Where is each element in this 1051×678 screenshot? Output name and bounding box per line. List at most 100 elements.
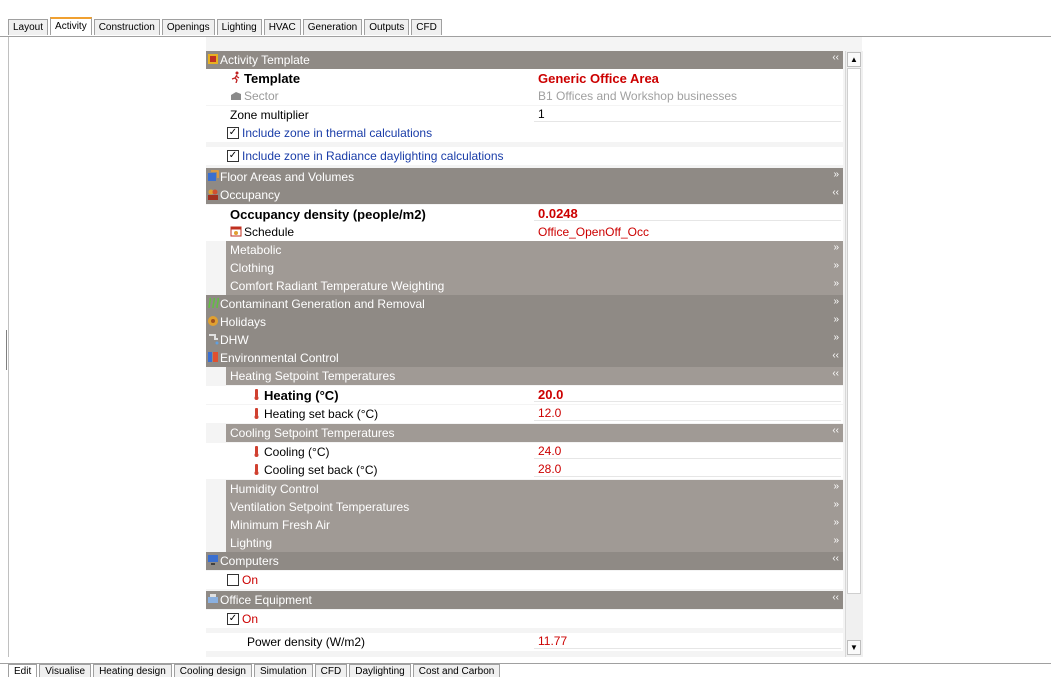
activity-panel: Activity Template ‹‹ Template Generic Of… — [206, 51, 843, 658]
subsection-cooling-setpoint[interactable]: Cooling Setpoint Temperatures ‹‹ — [226, 424, 843, 442]
section-activity-template[interactable]: Activity Template ‹‹ — [206, 51, 843, 69]
power-density-field[interactable] — [534, 633, 841, 649]
chevron-up-icon[interactable]: ‹‹ — [832, 350, 839, 361]
thermal-row: ✓ Include zone in thermal calculations — [206, 124, 843, 142]
chevron-up-icon[interactable]: ‹‹ — [832, 592, 839, 603]
subsection-lighting[interactable]: Lighting » — [226, 534, 843, 552]
heating-setback-label: Heating set back (°C) — [264, 407, 379, 421]
chevron-right-icon[interactable]: » — [833, 242, 839, 253]
tab-simulation[interactable]: Simulation — [253, 664, 313, 677]
subsection-heating-setpoint[interactable]: Heating Setpoint Temperatures ‹‹ — [226, 367, 843, 385]
tab-daylighting[interactable]: Daylighting — [349, 664, 411, 677]
computers-on-checkbox[interactable] — [227, 574, 239, 586]
office-equipment-on-label[interactable]: On — [242, 612, 258, 626]
subsection-title: Clothing — [230, 261, 275, 275]
heating-setback-field[interactable] — [534, 405, 841, 421]
office-equipment-on-checkbox[interactable]: ✓ — [227, 613, 239, 625]
subsection-comfort[interactable]: Comfort Radiant Temperature Weighting » — [226, 277, 843, 295]
tab-lighting[interactable]: Lighting — [216, 19, 262, 35]
section-holidays[interactable]: Holidays » — [206, 313, 843, 331]
chevron-right-icon[interactable]: » — [833, 535, 839, 546]
radiance-label[interactable]: Include zone in Radiance daylighting cal… — [242, 149, 504, 163]
subsection-ventilation[interactable]: Ventilation Setpoint Temperatures » — [226, 498, 843, 516]
runner-icon — [231, 71, 240, 83]
cooling-setback-field[interactable] — [534, 461, 841, 477]
radiance-row: ✓ Include zone in Radiance daylighting c… — [206, 147, 843, 165]
tab-visualise[interactable]: Visualise — [39, 664, 92, 677]
schedule-value[interactable]: Office_OpenOff_Occ — [538, 225, 649, 239]
heating-field[interactable] — [534, 386, 841, 402]
scroll-up-arrow-icon[interactable]: ▲ — [847, 52, 861, 67]
occupancy-density-row: Occupancy density (people/m2) 0.0248 — [206, 205, 843, 223]
cooling-field[interactable] — [534, 443, 841, 459]
section-title: Occupancy — [220, 188, 281, 202]
subsection-title: Humidity Control — [230, 482, 319, 496]
chevron-up-icon[interactable]: ‹‹ — [832, 187, 839, 198]
chevron-right-icon[interactable]: » — [833, 278, 839, 289]
sector-value[interactable]: B1 Offices and Workshop businesses — [538, 89, 737, 103]
tab-cfd[interactable]: CFD — [411, 19, 442, 35]
schedule-row[interactable]: Schedule Office_OpenOff_Occ — [206, 223, 843, 241]
cooling-value: 24.0 — [538, 444, 562, 458]
tab-layout[interactable]: Layout — [8, 19, 49, 35]
section-occupancy[interactable]: Occupancy ‹‹ — [206, 186, 843, 204]
chevron-right-icon[interactable]: » — [833, 296, 839, 307]
subsection-metabolic[interactable]: Metabolic » — [226, 241, 843, 259]
tab-heating-design[interactable]: Heating design — [93, 664, 172, 677]
tab-bottom-cfd[interactable]: CFD — [314, 664, 348, 677]
chevron-up-icon[interactable]: ‹‹ — [832, 368, 839, 379]
tab-generation[interactable]: Generation — [302, 19, 363, 35]
tab-cooling-design[interactable]: Cooling design — [173, 664, 252, 677]
section-office-equipment[interactable]: Office Equipment ‹‹ — [206, 591, 843, 609]
tab-construction[interactable]: Construction — [93, 19, 160, 35]
section-dhw[interactable]: DHW » — [206, 331, 843, 349]
tab-openings[interactable]: Openings — [161, 19, 215, 35]
chevron-right-icon[interactable]: » — [833, 260, 839, 271]
tab-hvac[interactable]: HVAC — [263, 19, 301, 35]
section-title: Environmental Control — [220, 351, 339, 365]
radiance-checkbox[interactable]: ✓ — [227, 150, 239, 162]
section-contaminant[interactable]: Contaminant Generation and Removal » — [206, 295, 843, 313]
section-floor-areas[interactable]: Floor Areas and Volumes » — [206, 168, 843, 186]
sector-label: Sector — [244, 89, 279, 103]
chevron-right-icon[interactable]: » — [833, 499, 839, 510]
chevron-right-icon[interactable]: » — [833, 169, 839, 180]
thermometer-icon — [254, 464, 259, 475]
chevron-up-icon[interactable]: ‹‹ — [832, 425, 839, 436]
tab-activity[interactable]: Activity — [50, 17, 92, 35]
power-density-value: 11.77 — [538, 634, 568, 648]
tab-edit[interactable]: Edit — [8, 664, 38, 677]
subsection-fresh-air[interactable]: Minimum Fresh Air » — [226, 516, 843, 534]
occupancy-density-field[interactable] — [534, 205, 841, 221]
holidays-icon — [208, 316, 218, 326]
title-strip — [0, 0, 1051, 12]
section-environmental[interactable]: Environmental Control ‹‹ — [206, 349, 843, 367]
splitter-handle[interactable] — [6, 330, 11, 370]
chevron-right-icon[interactable]: » — [833, 481, 839, 492]
chevron-right-icon[interactable]: » — [833, 517, 839, 528]
computers-on-label[interactable]: On — [242, 573, 258, 587]
zone-multiplier-field[interactable] — [534, 106, 841, 122]
contaminant-icon — [208, 297, 219, 309]
section-computers[interactable]: Computers ‹‹ — [206, 552, 843, 570]
subsection-clothing[interactable]: Clothing » — [226, 259, 843, 277]
scrollbar-thumb[interactable] — [847, 68, 861, 594]
vertical-scrollbar[interactable]: ▲ ▼ — [845, 51, 863, 657]
heating-label: Heating (°C) — [264, 388, 339, 403]
subsection-humidity[interactable]: Humidity Control » — [226, 480, 843, 498]
scroll-down-arrow-icon[interactable]: ▼ — [847, 640, 861, 655]
chevron-up-icon[interactable]: ‹‹ — [832, 553, 839, 564]
thermal-label[interactable]: Include zone in thermal calculations — [242, 126, 432, 140]
sector-row[interactable]: Sector B1 Offices and Workshop businesse… — [206, 87, 843, 105]
chevron-right-icon[interactable]: » — [833, 332, 839, 343]
thermal-checkbox[interactable]: ✓ — [227, 127, 239, 139]
section-title: Holidays — [220, 315, 267, 329]
chevron-right-icon[interactable]: » — [833, 314, 839, 325]
chevron-up-icon[interactable]: ‹‹ — [832, 52, 839, 63]
tab-cost-and-carbon[interactable]: Cost and Carbon — [412, 664, 501, 677]
subsection-title: Cooling Setpoint Temperatures — [230, 426, 395, 440]
template-value[interactable]: Generic Office Area — [538, 71, 659, 86]
template-row[interactable]: Template Generic Office Area — [206, 69, 843, 87]
occupancy-icon — [208, 189, 218, 200]
tab-outputs[interactable]: Outputs — [364, 19, 410, 35]
